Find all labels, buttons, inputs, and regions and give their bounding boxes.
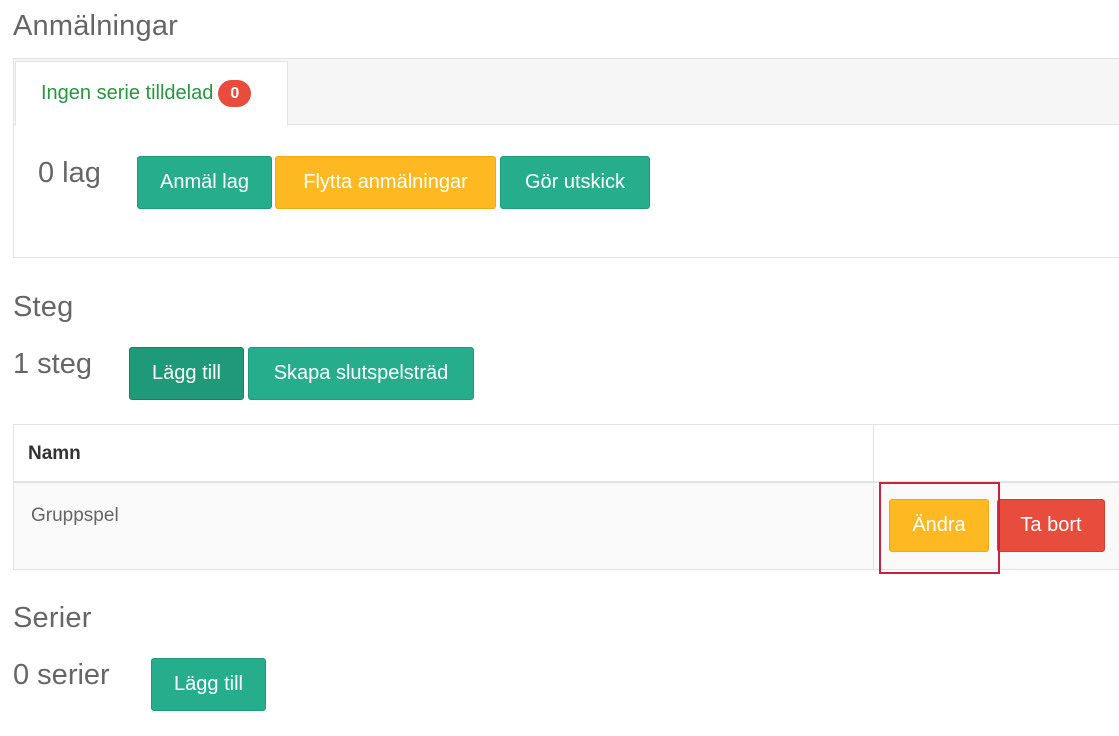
delete-step-button[interactable]: Ta bort xyxy=(997,499,1105,552)
tab-unassigned-series-label: Ingen serie tilldelad xyxy=(41,82,214,104)
add-step-button[interactable]: Lägg till xyxy=(129,347,244,400)
steps-table-header: Namn xyxy=(14,425,1119,483)
registrations-tab-strip: Ingen serie tilldelad 0 xyxy=(14,59,1119,126)
edit-step-button[interactable]: Ändra xyxy=(889,499,989,552)
step-name-cell: Gruppspel xyxy=(31,505,119,526)
tab-unassigned-series[interactable]: Ingen serie tilldelad 0 xyxy=(15,61,288,126)
series-heading: Serier xyxy=(13,602,92,634)
steps-count: 1 steg xyxy=(13,348,92,380)
unassigned-count-badge: 0 xyxy=(218,80,252,107)
series-count: 0 serier xyxy=(13,659,110,691)
column-divider xyxy=(873,425,874,569)
column-header-name: Namn xyxy=(28,443,81,464)
register-team-button[interactable]: Anmäl lag xyxy=(137,156,272,209)
move-registrations-button[interactable]: Flytta anmälningar xyxy=(275,156,496,209)
create-bracket-button[interactable]: Skapa slutspelsträd xyxy=(248,347,474,400)
send-mailing-button[interactable]: Gör utskick xyxy=(500,156,650,209)
steps-heading: Steg xyxy=(13,291,74,323)
add-series-button[interactable]: Lägg till xyxy=(151,658,266,711)
team-count: 0 lag xyxy=(38,157,101,189)
tournament-admin-page: Anmälningar Ingen serie tilldelad 0 0 la… xyxy=(0,0,1119,736)
registrations-heading: Anmälningar xyxy=(13,10,179,42)
